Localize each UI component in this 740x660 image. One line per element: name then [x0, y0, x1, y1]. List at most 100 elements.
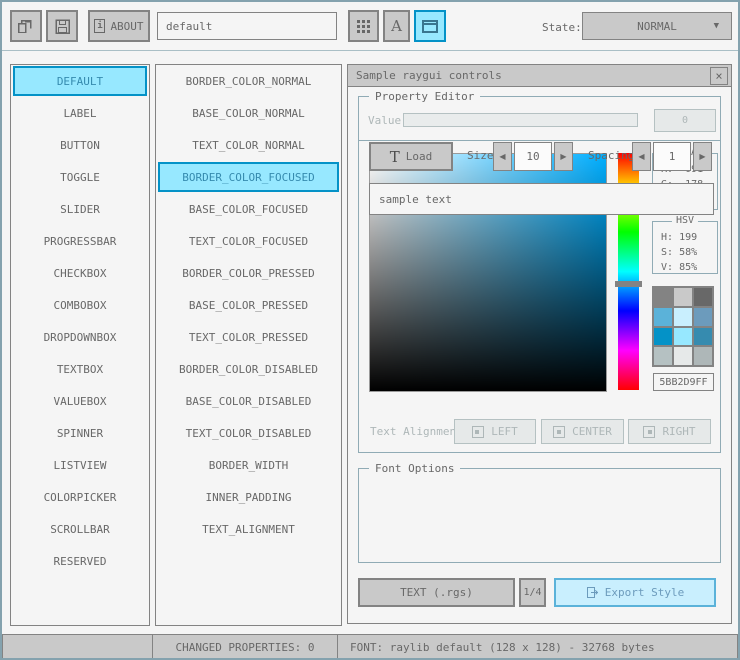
color-swatch-3[interactable]	[654, 307, 672, 326]
about-button-label: ABOUT	[110, 19, 144, 33]
load-font-button[interactable]: T Load	[369, 142, 453, 171]
color-swatch-6[interactable]	[654, 327, 672, 346]
control-item-dropdownbox[interactable]: DROPDOWNBOX	[11, 321, 149, 353]
color-swatch-8[interactable]	[694, 327, 712, 346]
value-box[interactable]: 0	[654, 109, 716, 132]
hue-slider-handle[interactable]	[615, 281, 642, 287]
control-item-progressbar[interactable]: PROGRESSBAR	[11, 225, 149, 257]
style-name-input[interactable]	[157, 12, 337, 40]
property-item-base_color_disabled[interactable]: BASE_COLOR_DISABLED	[156, 385, 341, 417]
control-item-default[interactable]: DEFAULT	[13, 66, 147, 96]
control-item-listview[interactable]: LISTVIEW	[11, 449, 149, 481]
font-options-title: Font Options	[369, 462, 461, 475]
control-item-textbox[interactable]: TEXTBOX	[11, 353, 149, 385]
state-dropdown[interactable]: NORMAL ▼	[582, 12, 732, 40]
sample-text-box[interactable]: sample text	[369, 183, 714, 215]
control-item-spinner[interactable]: SPINNER	[11, 417, 149, 449]
property-item-border_color_focused[interactable]: BORDER_COLOR_FOCUSED	[158, 162, 339, 192]
align-center-icon	[553, 425, 566, 438]
control-item-checkbox[interactable]: CHECKBOX	[11, 257, 149, 289]
font-a-icon: A	[391, 17, 402, 35]
value-label: Value:	[368, 114, 408, 127]
hex-value-text: 5BB2D9FF	[659, 376, 708, 388]
control-item-combobox[interactable]: COMBOBOX	[11, 289, 149, 321]
font-view-button[interactable]: A	[383, 10, 410, 42]
export-format-label: TEXT (.rgs)	[400, 586, 473, 599]
controls-view-button[interactable]	[414, 10, 446, 42]
color-swatch-10[interactable]	[674, 347, 692, 365]
size-decrement-button[interactable]: ◀	[493, 142, 512, 171]
property-item-inner_padding[interactable]: INNER_PADDING	[156, 481, 341, 513]
property-item-text_color_focused[interactable]: TEXT_COLOR_FOCUSED	[156, 225, 341, 257]
sample-window-titlebar[interactable]: Sample raygui controls ×	[348, 65, 731, 87]
save-style-button[interactable]	[46, 10, 78, 42]
align-center-label: CENTER	[572, 425, 612, 438]
info-icon: i	[94, 19, 106, 33]
control-item-button[interactable]: BUTTON	[11, 129, 149, 161]
control-item-valuebox[interactable]: VALUEBOX	[11, 385, 149, 417]
size-value-box[interactable]: 10	[514, 142, 552, 171]
property-item-border_width[interactable]: BORDER_WIDTH	[156, 449, 341, 481]
spacing-increment-button[interactable]: ▶	[693, 142, 712, 171]
spacing-decrement-button[interactable]: ◀	[632, 142, 651, 171]
align-right-icon	[643, 425, 656, 438]
property-item-base_color_pressed[interactable]: BASE_COLOR_PRESSED	[156, 289, 341, 321]
property-item-border_color_pressed[interactable]: BORDER_COLOR_PRESSED	[156, 257, 341, 289]
control-item-colorpicker[interactable]: COLORPICKER	[11, 481, 149, 513]
font-options-group: Font Options	[358, 462, 721, 563]
window-icon	[422, 19, 438, 33]
hex-value-box[interactable]: 5BB2D9FF	[653, 373, 714, 391]
align-left-label: LEFT	[491, 425, 518, 438]
property-item-border_color_normal[interactable]: BORDER_COLOR_NORMAL	[156, 65, 341, 97]
style-table-view-button[interactable]	[348, 10, 379, 42]
property-item-base_color_normal[interactable]: BASE_COLOR_NORMAL	[156, 97, 341, 129]
color-swatch-4[interactable]	[674, 307, 692, 326]
color-swatch-0[interactable]	[654, 288, 672, 306]
properties-listview: BORDER_COLOR_NORMAL BASE_COLOR_NORMAL TEXT…	[155, 64, 342, 626]
align-right-button[interactable]: RIGHT	[628, 419, 711, 444]
open-style-button[interactable]	[10, 10, 42, 42]
align-left-button[interactable]: LEFT	[454, 419, 536, 444]
controls-listview: DEFAULT LABEL BUTTON TOGGLE SLIDER PROGRESSBA…	[10, 64, 150, 626]
align-center-button[interactable]: CENTER	[541, 419, 624, 444]
control-item-toggle[interactable]: TOGGLE	[11, 161, 149, 193]
color-swatch-7[interactable]	[674, 327, 692, 346]
property-item-text_color_disabled[interactable]: TEXT_COLOR_DISABLED	[156, 417, 341, 449]
align-left-icon	[472, 425, 485, 438]
color-swatch-9[interactable]	[654, 347, 672, 365]
control-item-label[interactable]: LABEL	[11, 97, 149, 129]
format-pager-button[interactable]: 1/4	[519, 578, 546, 607]
property-item-text_alignment[interactable]: TEXT_ALIGNMENT	[156, 513, 341, 545]
color-swatch-5[interactable]	[694, 307, 712, 326]
control-item-slider[interactable]: SLIDER	[11, 193, 149, 225]
value-slider[interactable]	[403, 113, 638, 127]
sample-window-title: Sample raygui controls	[356, 69, 502, 82]
spacing-value-box[interactable]: 1	[653, 142, 691, 171]
format-pager-label: 1/4	[523, 587, 542, 598]
export-style-label: Export Style	[604, 586, 685, 599]
hsv-v-value: V: 85%	[661, 262, 698, 273]
separator-line	[358, 140, 721, 141]
color-swatch-2[interactable]	[694, 288, 712, 306]
state-label: State:	[542, 21, 582, 34]
load-button-label: Load	[405, 150, 433, 163]
property-item-border_color_disabled[interactable]: BORDER_COLOR_DISABLED	[156, 353, 341, 385]
size-increment-button[interactable]: ▶	[554, 142, 573, 171]
style-color-swatches	[652, 286, 714, 367]
statusbar-empty-cell	[2, 634, 153, 658]
color-swatch-1[interactable]	[674, 288, 692, 306]
export-format-button[interactable]: TEXT (.rgs)	[358, 578, 515, 607]
hsv-title: HSV	[671, 215, 699, 226]
sample-text: sample text	[379, 192, 452, 206]
close-button[interactable]: ×	[710, 67, 728, 85]
property-item-text_color_normal[interactable]: TEXT_COLOR_NORMAL	[156, 129, 341, 161]
property-item-base_color_focused[interactable]: BASE_COLOR_FOCUSED	[156, 193, 341, 225]
color-swatch-11[interactable]	[694, 347, 712, 365]
size-value: 10	[526, 150, 540, 163]
control-item-scrollbar[interactable]: SCROLLBAR	[11, 513, 149, 545]
control-item-reserved[interactable]: RESERVED	[11, 545, 149, 577]
about-button[interactable]: i ABOUT	[88, 10, 150, 42]
property-item-text_color_pressed[interactable]: TEXT_COLOR_PRESSED	[156, 321, 341, 353]
text-t-icon: T	[389, 147, 400, 166]
export-style-button[interactable]: Export Style	[554, 578, 716, 607]
